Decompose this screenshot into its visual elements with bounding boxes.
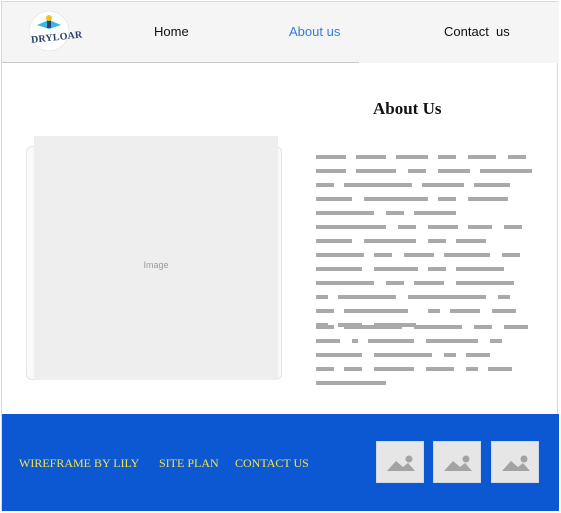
text-line: [316, 281, 536, 285]
text-line: [316, 267, 536, 271]
image-icon: [387, 455, 415, 471]
text-line: [316, 239, 536, 243]
image-icon: [502, 455, 530, 471]
text-line: [316, 211, 536, 215]
text-line: [316, 309, 536, 313]
text-line: [316, 169, 536, 173]
text-paragraph-2: [316, 325, 536, 395]
nav-about-us[interactable]: About us: [289, 24, 340, 39]
text-line: [316, 197, 536, 201]
footer-thumbnail[interactable]: [433, 441, 481, 483]
text-line: [316, 253, 536, 257]
text-line: [316, 353, 536, 357]
footer-link-site-plan[interactable]: SITE PLAN: [159, 456, 219, 471]
text-line: [316, 367, 536, 371]
nav-home[interactable]: Home: [154, 24, 189, 39]
image-icon: [444, 455, 472, 471]
header-divider: [2, 62, 359, 63]
page-title: About Us: [373, 99, 442, 118]
text-line: [316, 381, 536, 385]
text-line: [316, 295, 536, 299]
image-label: Image: [143, 260, 169, 270]
text-line: [316, 225, 536, 229]
text-line: [316, 155, 536, 159]
text-line: [316, 339, 536, 343]
footer-thumbnail[interactable]: [376, 441, 424, 483]
text-paragraph-1: [316, 155, 536, 337]
footer-link-contact-us[interactable]: CONTACT US: [235, 456, 309, 471]
image-placeholder: Image: [34, 136, 278, 380]
footer-link-wireframe[interactable]: WIREFRAME BY LILY: [19, 456, 139, 471]
text-line: [316, 183, 536, 187]
logo[interactable]: DRYLOAR: [28, 10, 83, 52]
footer-thumbnail[interactable]: [491, 441, 539, 483]
nav-contact-us[interactable]: Contact us: [444, 24, 510, 39]
text-line: [316, 325, 536, 329]
